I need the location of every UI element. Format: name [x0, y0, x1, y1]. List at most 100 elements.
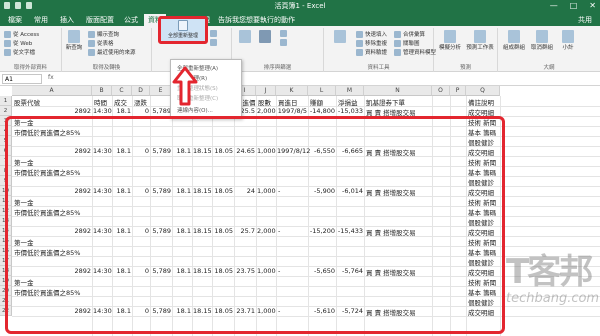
- table-cell[interactable]: -15,433: [337, 227, 363, 235]
- column-title-cell[interactable]: 備註說明: [468, 97, 494, 107]
- table-cell[interactable]: 技術 新聞: [468, 157, 496, 167]
- table-cell[interactable]: 1,000: [257, 147, 276, 155]
- table-cell[interactable]: 2892: [13, 267, 91, 275]
- close-button[interactable]: ✕: [589, 1, 596, 10]
- recent-sources-button[interactable]: 最近使用的來源: [88, 48, 136, 56]
- column-header[interactable]: A: [12, 86, 92, 96]
- table-cell[interactable]: 2892: [13, 107, 91, 115]
- table-cell[interactable]: 18.1: [173, 227, 191, 235]
- table-cell[interactable]: 2892: [13, 187, 91, 195]
- consolidate-button[interactable]: 合併彙算: [394, 30, 425, 38]
- table-cell[interactable]: -5,724: [337, 307, 363, 315]
- group-button[interactable]: 組成群組: [502, 30, 526, 51]
- maximize-button[interactable]: □: [570, 1, 578, 10]
- row-header[interactable]: 20: [0, 286, 12, 296]
- column-title-cell[interactable]: 漲跌: [134, 97, 147, 107]
- table-cell[interactable]: 基本 籌碼: [468, 247, 496, 257]
- table-cell[interactable]: 5,789: [151, 187, 171, 195]
- table-cell[interactable]: 個股健診: [468, 257, 494, 267]
- table-cell[interactable]: 買 賣 搭增股交易: [366, 187, 416, 197]
- tab-insert[interactable]: 插入: [56, 14, 78, 26]
- column-title-cell[interactable]: 股票代號: [14, 97, 40, 107]
- table-cell[interactable]: 24: [235, 187, 255, 195]
- table-cell[interactable]: 第一金: [14, 197, 34, 207]
- tab-file[interactable]: 檔案: [4, 14, 26, 26]
- table-cell[interactable]: -: [278, 307, 280, 315]
- table-cell[interactable]: 18.15: [193, 267, 212, 275]
- table-cell[interactable]: 成交明細: [468, 147, 494, 157]
- table-cell[interactable]: 基本 籌碼: [468, 127, 496, 137]
- table-cell[interactable]: 第一金: [14, 277, 34, 287]
- table-cell[interactable]: 1,000: [257, 307, 276, 315]
- clear-button[interactable]: [280, 30, 287, 37]
- relationships-button[interactable]: 關聯圖: [394, 39, 420, 47]
- row-header[interactable]: 12: [0, 206, 12, 216]
- table-cell[interactable]: 23.71: [235, 307, 255, 315]
- table-cell[interactable]: 18.1: [173, 307, 191, 315]
- row-header[interactable]: 6: [0, 146, 12, 156]
- table-cell[interactable]: 技術 新聞: [468, 277, 496, 287]
- table-cell[interactable]: -: [278, 227, 280, 235]
- table-cell[interactable]: 買 賣 搭增股交易: [366, 267, 416, 277]
- table-cell[interactable]: 1,000: [257, 267, 276, 275]
- table-cell[interactable]: -: [278, 267, 280, 275]
- table-cell[interactable]: 0: [133, 107, 149, 115]
- properties-button[interactable]: [210, 39, 217, 46]
- table-cell[interactable]: 買 賣 搭增股交易: [366, 147, 416, 157]
- table-cell[interactable]: 買 賣 搭增股交易: [366, 307, 416, 317]
- table-cell[interactable]: 24.65: [235, 147, 255, 155]
- row-header[interactable]: 18: [0, 266, 12, 276]
- column-header[interactable]: D: [132, 86, 150, 96]
- table-cell[interactable]: 18.15: [193, 147, 212, 155]
- table-cell[interactable]: 1,000: [257, 187, 276, 195]
- table-cell[interactable]: 18.05: [213, 147, 233, 155]
- reapply-button[interactable]: [280, 39, 287, 46]
- table-cell[interactable]: 0: [133, 227, 149, 235]
- table-cell[interactable]: 5,789: [151, 307, 171, 315]
- table-cell[interactable]: 18.05: [213, 307, 233, 315]
- table-cell[interactable]: 個股健診: [468, 177, 494, 187]
- minimize-button[interactable]: —: [550, 1, 558, 10]
- table-cell[interactable]: 5,789: [151, 227, 171, 235]
- table-cell[interactable]: 基本 籌碼: [468, 207, 496, 217]
- column-header[interactable]: N: [364, 86, 432, 96]
- row-header[interactable]: 4: [0, 126, 12, 136]
- table-cell[interactable]: 市價低於買進價之85%: [14, 167, 80, 177]
- table-cell[interactable]: 成交明細: [468, 107, 494, 117]
- row-header[interactable]: 5: [0, 136, 12, 146]
- table-cell[interactable]: 18.1: [113, 147, 131, 155]
- table-cell[interactable]: 18.1: [113, 187, 131, 195]
- table-cell[interactable]: 1997/8/12: [277, 147, 310, 155]
- row-header[interactable]: 14: [0, 226, 12, 236]
- table-cell[interactable]: 2892: [13, 227, 91, 235]
- table-cell[interactable]: 成交明細: [468, 307, 494, 317]
- column-title-cell[interactable]: 成交: [114, 97, 127, 107]
- column-header[interactable]: C: [112, 86, 132, 96]
- share-button[interactable]: 共用: [578, 14, 592, 26]
- column-title-cell[interactable]: 時間: [94, 97, 107, 107]
- table-cell[interactable]: 2,000: [257, 107, 276, 115]
- column-header[interactable]: E: [150, 86, 172, 96]
- table-cell[interactable]: 14:30: [93, 307, 112, 315]
- table-cell[interactable]: 第一金: [14, 237, 34, 247]
- table-cell[interactable]: 18.1: [173, 147, 191, 155]
- table-cell[interactable]: 2892: [13, 147, 91, 155]
- row-header[interactable]: 1: [0, 96, 12, 106]
- table-cell[interactable]: 18.15: [193, 227, 212, 235]
- table-cell[interactable]: 18.05: [213, 187, 233, 195]
- forecast-sheet-button[interactable]: 預測工作表: [466, 30, 494, 51]
- row-header[interactable]: 3: [0, 116, 12, 126]
- column-header[interactable]: P: [450, 86, 466, 96]
- table-cell[interactable]: 18.1: [113, 107, 131, 115]
- table-cell[interactable]: 18.1: [173, 267, 191, 275]
- table-cell[interactable]: 2892: [13, 307, 91, 315]
- sort-button[interactable]: [238, 30, 252, 43]
- connections-button[interactable]: [210, 30, 217, 37]
- row-header[interactable]: 10: [0, 186, 12, 196]
- remove-duplicates-button[interactable]: 移除重複: [356, 39, 387, 47]
- row-header[interactable]: 7: [0, 156, 12, 166]
- tell-me-search[interactable]: 告訴我您想要執行的動作: [218, 14, 328, 26]
- tab-formulas[interactable]: 公式: [120, 14, 142, 26]
- table-cell[interactable]: 技術 新聞: [468, 117, 496, 127]
- tab-home[interactable]: 常用: [30, 14, 52, 26]
